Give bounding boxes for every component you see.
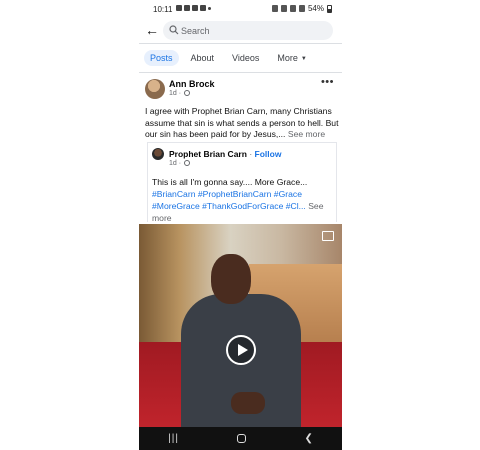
post-author[interactable]: Ann Brock (169, 79, 215, 89)
tab-more-label: More (277, 53, 298, 63)
tab-posts[interactable]: Posts (144, 50, 179, 66)
phone-screen: 10:11 54% ← Posts About (139, 0, 342, 450)
play-button-icon[interactable] (226, 335, 256, 365)
header-divider (139, 43, 342, 44)
video-speaker-hands (231, 392, 265, 414)
shared-author-line: Prophet Brian Carn · Follow (169, 149, 281, 159)
signal-icon (298, 5, 305, 12)
post-text: I agree with Prophet Brian Carn, many Ch… (145, 106, 340, 141)
search-icon (169, 25, 179, 35)
globe-icon (184, 160, 191, 166)
globe-icon (184, 90, 191, 96)
more-options-icon[interactable]: ••• (321, 76, 334, 88)
alarm-icon (271, 5, 278, 12)
separator: · (249, 149, 253, 159)
shared-author[interactable]: Prophet Brian Carn (169, 149, 247, 159)
tab-about[interactable]: About (185, 50, 221, 66)
search-header: ← (139, 19, 342, 43)
author-avatar[interactable] (145, 79, 165, 99)
battery-percent: 54% (307, 4, 324, 13)
back-arrow-icon[interactable]: ← (145, 23, 159, 37)
hashtags[interactable]: #BrianCarn #ProphetBrianCarn #Grace #Mor… (152, 189, 306, 211)
wifi-icon (289, 5, 296, 12)
notification-icon (200, 5, 206, 11)
notification-icons (176, 5, 211, 11)
home-icon[interactable] (237, 434, 247, 443)
recent-apps-icon[interactable]: ||| (168, 433, 179, 444)
search-box[interactable] (163, 21, 333, 40)
shared-post: Prophet Brian Carn · Follow 1d · This is… (147, 142, 337, 224)
cast-icon[interactable] (322, 231, 334, 241)
battery-icon (327, 4, 332, 13)
post-time[interactable]: 1d (169, 90, 177, 97)
tabs-divider (139, 72, 342, 73)
status-time: 10:11 (153, 5, 173, 14)
notification-icon (176, 5, 182, 11)
mute-icon (280, 5, 287, 12)
android-nav-bar: ||| ❮ (139, 427, 342, 450)
video-player[interactable] (139, 224, 342, 427)
shared-text: This is all I'm gonna say.... More Grace… (152, 176, 336, 224)
post-meta: 1d · (169, 90, 191, 97)
status-bar: 10:11 54% (139, 0, 342, 19)
video-speaker-head (211, 254, 251, 304)
search-input[interactable] (181, 22, 321, 39)
shared-meta: 1d · (169, 160, 191, 167)
notification-icon (192, 5, 198, 11)
system-icons: 54% (271, 4, 332, 13)
profile-tabs: Posts About Videos More ▼ (144, 49, 313, 67)
back-icon[interactable]: ❮ (304, 433, 312, 444)
shared-author-avatar[interactable] (152, 148, 164, 160)
tab-videos[interactable]: Videos (226, 50, 265, 66)
notification-icon (184, 5, 190, 11)
shared-time[interactable]: 1d (169, 160, 177, 167)
more-notifications-dot-icon (208, 7, 211, 10)
tab-more[interactable]: More ▼ (271, 50, 312, 66)
see-more-link[interactable]: See more (288, 129, 325, 139)
shared-body: This is all I'm gonna say.... More Grace… (152, 177, 308, 187)
follow-button[interactable]: Follow (255, 149, 282, 159)
caret-down-icon: ▼ (300, 56, 307, 62)
